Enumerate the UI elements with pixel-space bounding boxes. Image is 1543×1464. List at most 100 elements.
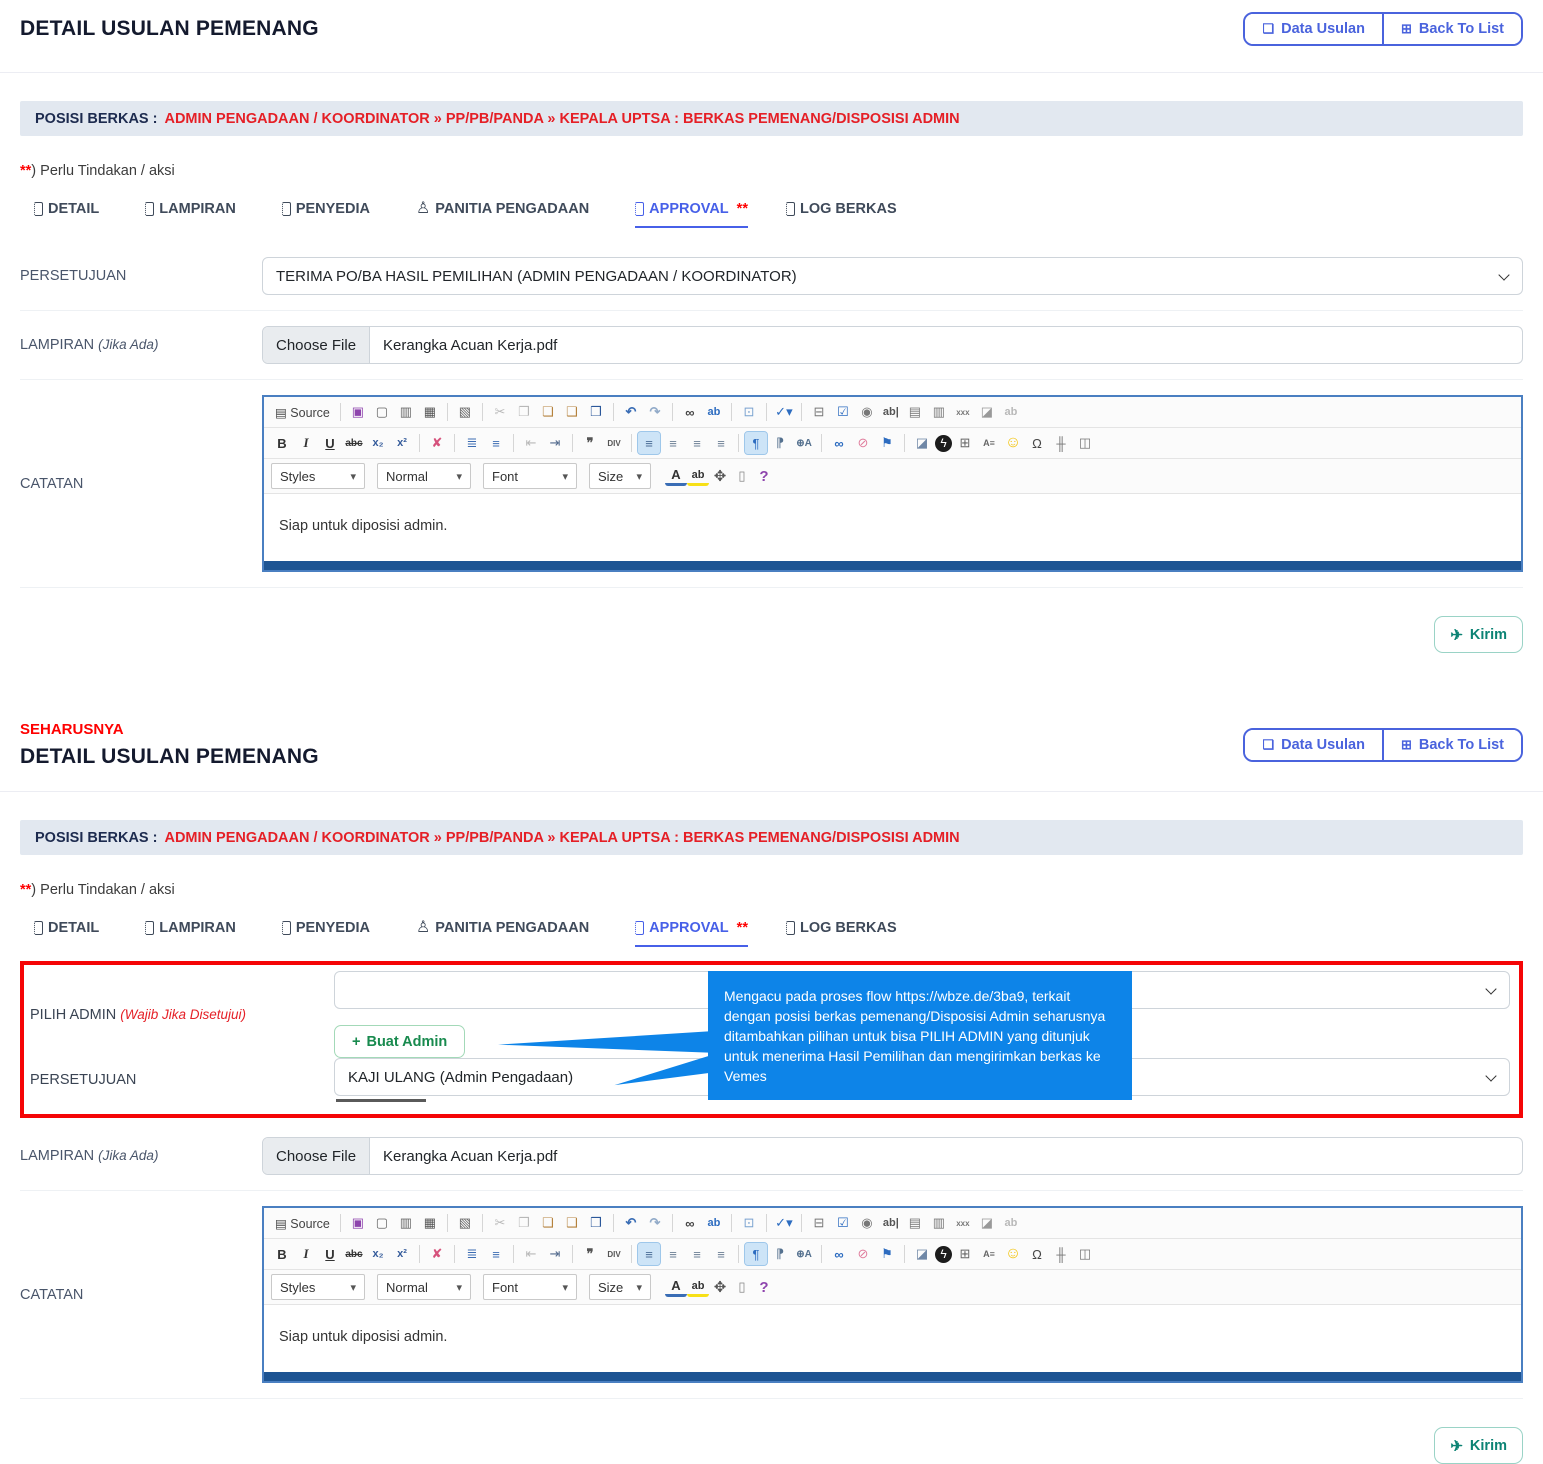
tab-penyedia[interactable]: PENYEDIA xyxy=(281,201,378,228)
iframe-icon[interactable]: ◫ xyxy=(1074,1243,1096,1265)
source-button[interactable]: ▤ Source xyxy=(271,1212,334,1234)
subscript-icon[interactable]: x₂ xyxy=(367,432,389,454)
tab-detail[interactable]: DETAIL xyxy=(34,920,107,947)
text-color-icon[interactable]: A xyxy=(665,1278,687,1297)
rtl-icon[interactable]: ⁋ xyxy=(769,432,791,454)
page-break-icon[interactable]: ╫ xyxy=(1050,432,1072,454)
tab-penyedia[interactable]: PENYEDIA xyxy=(281,920,378,947)
special-char-icon[interactable]: Ω xyxy=(1026,432,1048,454)
templates-icon[interactable]: ▧ xyxy=(454,1212,476,1234)
find-icon[interactable]: ∞ xyxy=(679,401,701,423)
italic-icon[interactable]: I xyxy=(295,1243,317,1265)
print-icon[interactable]: ▦ xyxy=(419,1212,441,1234)
remove-format-icon[interactable]: ✘ xyxy=(426,1243,448,1265)
flash-icon[interactable]: ϟ xyxy=(935,434,952,452)
undo-icon[interactable]: ↶ xyxy=(620,401,642,423)
paste-word-icon[interactable]: ❒ xyxy=(585,1212,607,1234)
link-icon[interactable]: ∞ xyxy=(828,1243,850,1265)
select-all-icon[interactable]: ⊡ xyxy=(738,1212,760,1234)
select-field-icon[interactable]: ▥ xyxy=(928,401,950,423)
align-right-icon[interactable]: ≡ xyxy=(686,1243,708,1265)
preview-icon[interactable]: ▥ xyxy=(395,401,417,423)
flash-icon[interactable]: ϟ xyxy=(935,1245,952,1263)
image-button-icon[interactable]: ◪ xyxy=(976,401,998,423)
font-dropdown[interactable]: Font xyxy=(483,1274,577,1300)
show-blocks-icon[interactable]: ▯ xyxy=(731,1276,753,1298)
styles-dropdown[interactable]: Styles xyxy=(271,463,365,489)
checkbox-icon[interactable]: ☑ xyxy=(832,401,854,423)
persetujuan-select[interactable]: TERIMA PO/BA HASIL PEMILIHAN (ADMIN PENG… xyxy=(262,257,1523,295)
anchor-icon[interactable]: ⚑ xyxy=(876,432,898,454)
textarea-icon[interactable]: ▤ xyxy=(904,1212,926,1234)
paste-word-icon[interactable]: ❒ xyxy=(585,401,607,423)
div-icon[interactable]: DIV xyxy=(603,1243,625,1265)
align-justify-icon[interactable]: ≡ xyxy=(710,432,732,454)
align-left-icon[interactable]: ≡ xyxy=(637,1242,661,1266)
editor-content[interactable]: Siap untuk diposisi admin. xyxy=(264,1305,1521,1372)
numbered-list-icon[interactable]: ≣ xyxy=(461,1243,483,1265)
table-icon[interactable]: ⊞ xyxy=(954,432,976,454)
language-icon[interactable]: ⊕A xyxy=(793,432,815,454)
bulleted-list-icon[interactable]: ≡ xyxy=(485,1243,507,1265)
templates-icon[interactable]: ▧ xyxy=(454,401,476,423)
data-usulan-button[interactable]: ❏ Data Usulan xyxy=(1245,730,1382,760)
bold-icon[interactable]: B xyxy=(271,432,293,454)
textarea-icon[interactable]: ▤ xyxy=(904,401,926,423)
subscript-icon[interactable]: x₂ xyxy=(367,1243,389,1265)
bg-color-icon[interactable]: ab xyxy=(687,1278,709,1297)
font-dropdown[interactable]: Font xyxy=(483,463,577,489)
bold-icon[interactable]: B xyxy=(271,1243,293,1265)
undo-icon[interactable]: ↶ xyxy=(620,1212,642,1234)
radio-icon[interactable]: ◉ xyxy=(856,401,878,423)
strike-icon[interactable]: abc xyxy=(343,1243,365,1265)
data-usulan-button[interactable]: ❏ Data Usulan xyxy=(1245,14,1382,44)
cut-icon[interactable]: ✂ xyxy=(489,1212,511,1234)
buat-admin-button[interactable]: + Buat Admin xyxy=(334,1025,466,1058)
about-icon[interactable]: ? xyxy=(753,1276,775,1298)
size-dropdown[interactable]: Size xyxy=(589,1274,651,1300)
radio-icon[interactable]: ◉ xyxy=(856,1212,878,1234)
replace-icon[interactable]: ab xyxy=(703,401,725,423)
show-blocks-icon[interactable]: ▯ xyxy=(731,465,753,487)
checkbox-icon[interactable]: ☑ xyxy=(832,1212,854,1234)
underline-icon[interactable]: U xyxy=(319,432,341,454)
format-dropdown[interactable]: Normal xyxy=(377,463,471,489)
image-icon[interactable]: ◪ xyxy=(911,432,933,454)
hidden-field-icon[interactable]: ab xyxy=(1000,401,1022,423)
copy-icon[interactable]: ❐ xyxy=(513,401,535,423)
underline-icon[interactable]: U xyxy=(319,1243,341,1265)
indent-icon[interactable]: ⇥ xyxy=(544,1243,566,1265)
print-icon[interactable]: ▦ xyxy=(419,401,441,423)
table-icon[interactable]: ⊞ xyxy=(954,1243,976,1265)
rtl-icon[interactable]: ⁋ xyxy=(769,1243,791,1265)
hidden-field-icon[interactable]: ab xyxy=(1000,1212,1022,1234)
tab-panitia-pengadaan[interactable]: ♙ PANITIA PENGADAAN xyxy=(416,201,597,228)
horizontal-line-icon[interactable]: A≡ xyxy=(978,432,1000,454)
tab-lampiran[interactable]: LAMPIRAN xyxy=(145,920,244,947)
strike-icon[interactable]: abc xyxy=(343,432,365,454)
replace-icon[interactable]: ab xyxy=(703,1212,725,1234)
superscript-icon[interactable]: x² xyxy=(391,1243,413,1265)
align-right-icon[interactable]: ≡ xyxy=(686,432,708,454)
blockquote-icon[interactable]: ❞ xyxy=(579,1243,601,1265)
paste-icon[interactable]: ❏ xyxy=(537,401,559,423)
tab-log-berkas[interactable]: LOG BERKAS xyxy=(785,201,905,228)
outdent-icon[interactable]: ⇤ xyxy=(520,1243,542,1265)
bg-color-icon[interactable]: ab xyxy=(687,467,709,486)
save-icon[interactable]: ▣ xyxy=(347,401,369,423)
horizontal-line-icon[interactable]: A≡ xyxy=(978,1243,1000,1265)
choose-file-button[interactable]: Choose File xyxy=(263,1138,371,1174)
special-char-icon[interactable]: Ω xyxy=(1026,1243,1048,1265)
smiley-icon[interactable]: ☺ xyxy=(1002,1243,1024,1265)
tab-lampiran[interactable]: LAMPIRAN xyxy=(145,201,244,228)
unlink-icon[interactable]: ⊘ xyxy=(852,1243,874,1265)
paste-icon[interactable]: ❏ xyxy=(537,1212,559,1234)
size-dropdown[interactable]: Size xyxy=(589,463,651,489)
align-center-icon[interactable]: ≡ xyxy=(662,1243,684,1265)
outdent-icon[interactable]: ⇤ xyxy=(520,432,542,454)
image-button-icon[interactable]: ◪ xyxy=(976,1212,998,1234)
preview-icon[interactable]: ▥ xyxy=(395,1212,417,1234)
tab-log-berkas[interactable]: LOG BERKAS xyxy=(785,920,905,947)
bulleted-list-icon[interactable]: ≡ xyxy=(485,432,507,454)
lampiran-file-input[interactable]: Choose File Kerangka Acuan Kerja.pdf xyxy=(262,326,1523,364)
